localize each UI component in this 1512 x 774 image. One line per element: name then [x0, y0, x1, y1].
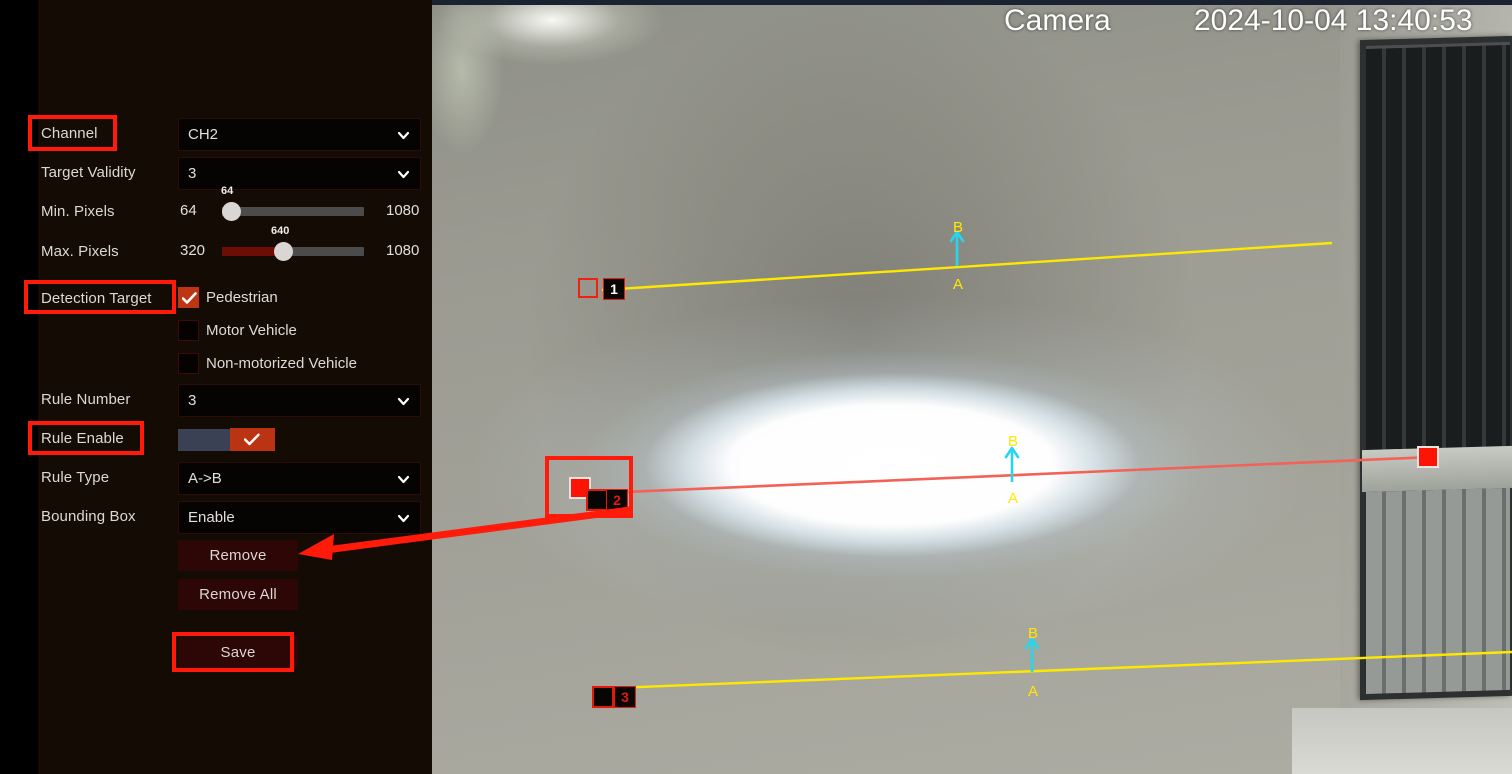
checkbox-motor-vehicle-label: Motor Vehicle [206, 322, 297, 339]
target-validity-select[interactable]: 3 [178, 157, 421, 190]
rule-line-3-number: 3 [614, 686, 636, 708]
rule-line-2-label-b: B [1008, 433, 1018, 450]
rule-line-2[interactable]: B A [579, 433, 1433, 507]
label-rule-number: Rule Number [41, 391, 131, 408]
rule-line-2-marker[interactable] [586, 489, 608, 511]
rule-number-select-value: 3 [188, 392, 197, 409]
row-min-pixels: Min. Pixels 64 64 1080 [38, 185, 432, 230]
max-pixels-slider[interactable]: 640 [222, 225, 364, 261]
label-rule-type: Rule Type [41, 469, 110, 486]
channel-select-value: CH2 [188, 126, 219, 143]
max-pixels-low-value: 320 [180, 242, 206, 259]
rule-enable-toggle-track [178, 429, 230, 451]
min-pixels-slider-value: 64 [221, 185, 234, 197]
label-rule-enable: Rule Enable [41, 430, 124, 447]
label-max-pixels: Max. Pixels [41, 243, 119, 260]
rule-line-1-label-b: B [953, 219, 963, 236]
checkbox-pedestrian-label: Pedestrian [206, 289, 278, 306]
camera-video-feed[interactable]: Camera 2024-10-04 13:40:53 B A B A B A 1… [432, 0, 1512, 774]
rule-line-1[interactable]: B A [601, 219, 1333, 293]
row-channel: Channel CH2 [38, 118, 432, 152]
max-pixels-slider-value: 640 [271, 225, 290, 237]
min-pixels-slider-thumb[interactable]: 64 [221, 185, 241, 221]
label-bounding-box: Bounding Box [41, 508, 136, 525]
label-detection-target: Detection Target [41, 290, 152, 307]
chevron-down-icon [397, 473, 410, 486]
checkbox-non-motorized-vehicle[interactable] [178, 353, 199, 374]
row-rule-type: Rule Type A->B [38, 462, 432, 496]
checkbox-motor-vehicle[interactable] [178, 320, 199, 341]
chevron-down-icon [397, 168, 410, 181]
rule-line-1-start-handle[interactable] [578, 278, 598, 298]
rule-line-3-start-handle[interactable] [592, 686, 614, 708]
chevron-down-icon [397, 395, 410, 408]
row-rule-enable: Rule Enable [38, 423, 432, 457]
max-pixels-high-value: 1080 [386, 242, 420, 259]
rule-enable-toggle[interactable] [178, 428, 275, 451]
save-button[interactable]: Save [178, 637, 298, 668]
label-min-pixels: Min. Pixels [41, 203, 115, 220]
min-pixels-slider[interactable]: 64 [221, 185, 364, 221]
rule-line-3-label-a: A [1028, 683, 1038, 700]
remove-all-button[interactable]: Remove All [178, 579, 298, 610]
rule-lines-overlay: B A B A B A [579, 219, 1512, 700]
label-target-validity: Target Validity [41, 164, 136, 181]
bounding-box-select-value: Enable [188, 509, 235, 526]
rule-enable-toggle-knob [230, 428, 275, 451]
rule-line-1-label-a: A [953, 276, 963, 293]
row-rule-number: Rule Number 3 [38, 384, 432, 418]
chevron-down-icon [397, 512, 410, 525]
rule-line-2-number: 2 [606, 489, 628, 511]
min-pixels-high-value: 1080 [386, 202, 420, 219]
row-bounding-box: Bounding Box Enable [38, 501, 432, 535]
rule-line-1-number: 1 [603, 278, 625, 300]
rule-type-select-value: A->B [188, 470, 222, 487]
app-root: Channel CH2 Target Validity 3 Min. Pixel… [0, 0, 1512, 774]
target-validity-select-value: 3 [188, 165, 197, 182]
channel-select[interactable]: CH2 [178, 118, 421, 151]
checkbox-pedestrian[interactable] [178, 287, 199, 308]
bounding-box-select[interactable]: Enable [178, 501, 421, 534]
row-max-pixels: Max. Pixels 320 640 1080 [38, 225, 432, 270]
settings-panel: Channel CH2 Target Validity 3 Min. Pixel… [38, 0, 432, 774]
rule-line-3[interactable]: B A [613, 625, 1512, 700]
label-channel: Channel [41, 125, 98, 142]
rule-type-select[interactable]: A->B [178, 462, 421, 495]
rule-line-3-label-b: B [1028, 625, 1038, 642]
checkbox-non-motorized-vehicle-label: Non-motorized Vehicle [206, 355, 357, 372]
rule-line-2-label-a: A [1008, 490, 1018, 507]
max-pixels-slider-thumb[interactable]: 640 [271, 225, 293, 261]
check-icon [244, 433, 260, 446]
remove-button[interactable]: Remove [178, 540, 298, 571]
rule-number-select[interactable]: 3 [178, 384, 421, 417]
min-pixels-low-value: 64 [180, 202, 197, 219]
rule-line-2-end-handle[interactable] [1417, 446, 1439, 468]
row-target-validity: Target Validity 3 [38, 157, 432, 191]
chevron-down-icon [397, 129, 410, 142]
left-gutter [0, 0, 38, 774]
